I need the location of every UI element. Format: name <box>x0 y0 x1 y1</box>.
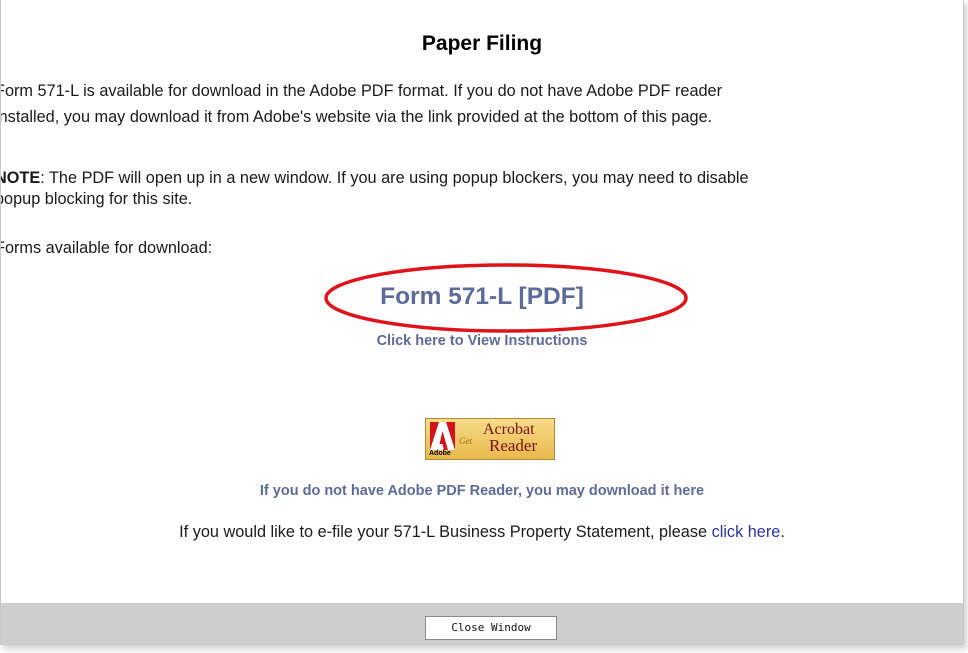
intro-paragraph: Form 571-L is available for download in … <box>0 81 955 128</box>
form-571l-pdf-link[interactable]: Form 571-L [PDF] <box>1 283 963 311</box>
close-window-button[interactable]: Close Window <box>425 616 557 640</box>
efile-click-here-link[interactable]: click here <box>712 523 781 541</box>
adobe-reader-download-link[interactable]: If you do not have Adobe PDF Reader, you… <box>1 483 963 499</box>
view-instructions-link[interactable]: Click here to View Instructions <box>1 333 963 349</box>
get-label: Get <box>459 436 472 446</box>
note-line-2: popup blocking for this site. <box>0 190 193 208</box>
intro-line-1: Form 571-L is available for download in … <box>0 82 723 100</box>
note-label: NOTE <box>1 169 41 187</box>
efile-suffix: . <box>780 523 785 541</box>
reader-label: Reader <box>489 436 538 455</box>
note-paragraph: NOTE: The PDF will open up in a new wind… <box>0 168 955 210</box>
note-text: : The PDF will open up in a new window. … <box>40 169 749 187</box>
note-line-1: NOTE: The PDF will open up in a new wind… <box>1 168 955 189</box>
intro-line-2: installed, you may download it from Adob… <box>0 108 713 126</box>
efile-sentence: If you would like to e-file your 571-L B… <box>1 523 963 542</box>
page-title: Paper Filing <box>421 32 543 55</box>
footer-bar: Close Window <box>1 603 963 644</box>
adobe-wordmark: Adobe <box>429 450 451 457</box>
efile-text: If you would like to e-file your 571-L B… <box>179 523 712 541</box>
popup-window: Paper Filing Form 571-L is available for… <box>0 0 964 645</box>
forms-heading: Forms available for download: <box>0 239 213 257</box>
get-acrobat-reader-badge[interactable]: Adobe Get Acrobat Reader <box>425 418 555 460</box>
